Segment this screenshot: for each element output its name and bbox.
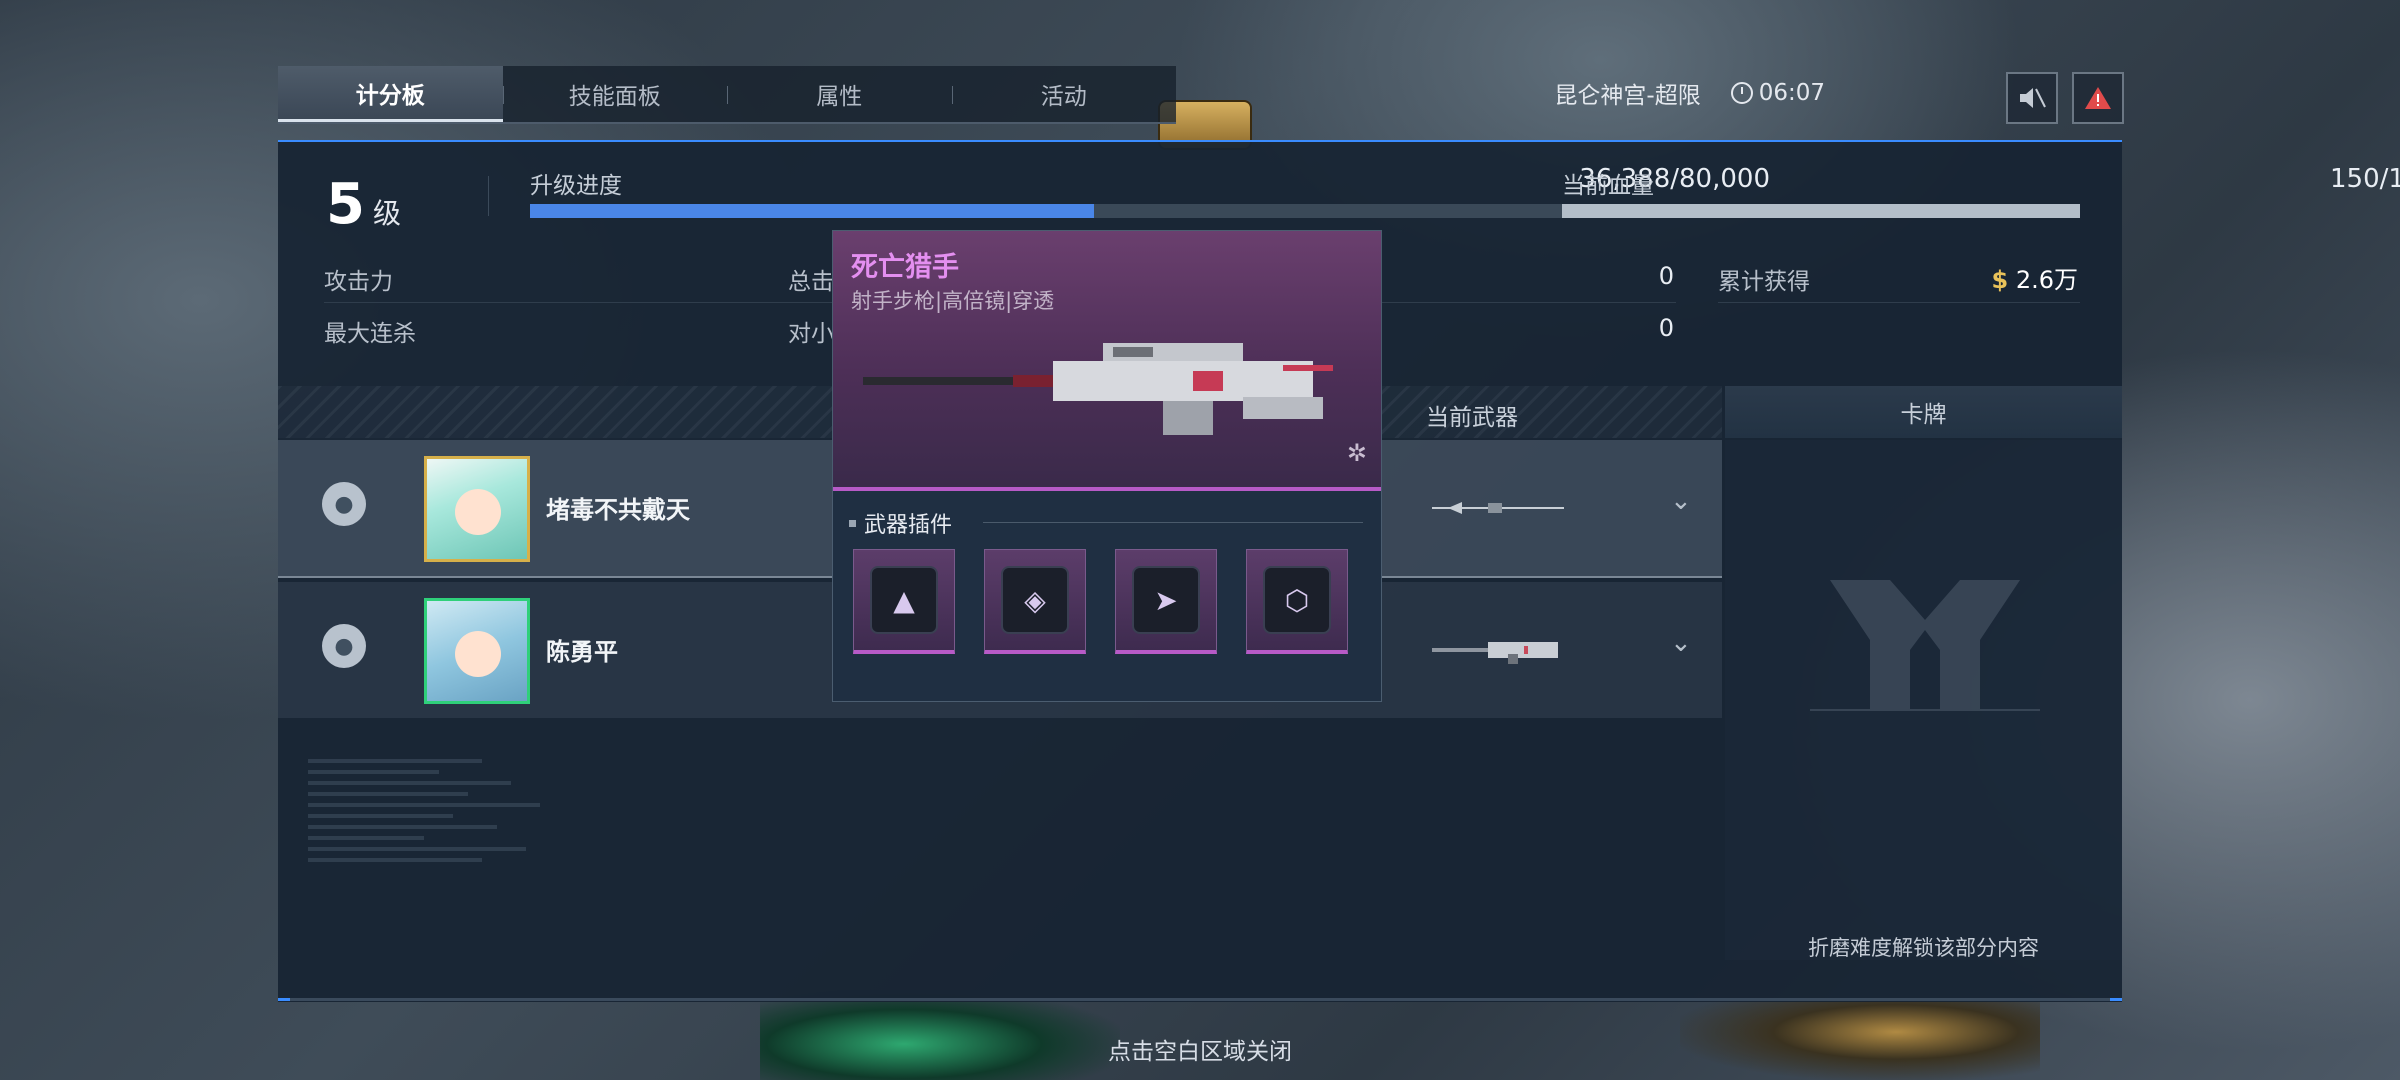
attack-label: 攻击力 xyxy=(324,269,393,295)
plugin-slot[interactable]: ➤ xyxy=(1115,549,1217,654)
stat-value: 0 xyxy=(1658,314,1674,342)
panel-bottom-border xyxy=(278,998,2122,1001)
player-name: 陈勇平 xyxy=(546,638,618,666)
coin-icon: $ xyxy=(1991,266,2009,294)
max-combo-label: 最大连杀 xyxy=(324,321,416,347)
warning-icon[interactable] xyxy=(2072,72,2124,124)
weapon-tags: 射手步枪|高倍镜|穿透 xyxy=(851,289,1055,313)
earned-value: 2.6万 xyxy=(2015,266,2078,294)
close-hint[interactable]: 点击空白区域关闭 xyxy=(0,1032,2400,1066)
card-locked-text: 折磨难度解锁该部分内容 xyxy=(1808,936,2039,960)
level-number: 5 xyxy=(326,172,365,237)
arrow-plugin-icon: ➤ xyxy=(1132,566,1200,634)
hp-bar xyxy=(1562,204,2080,218)
tab-events[interactable]: 活动 xyxy=(951,66,1177,122)
chevron-down-icon[interactable]: ⌄ xyxy=(1670,628,1692,658)
avatar[interactable] xyxy=(424,456,530,562)
level-unit: 级 xyxy=(372,197,401,230)
tab-skill-panel[interactable]: 技能面板 xyxy=(502,66,728,122)
match-timer: 06:07 xyxy=(1730,80,1825,106)
cat-icon: ● xyxy=(322,482,366,526)
xp-progress-fill xyxy=(530,204,1095,218)
sniper-rifle-icon xyxy=(863,343,1333,435)
plugins-title: 武器插件 xyxy=(849,507,952,539)
earned-value-group: $ 2.6万 xyxy=(1918,260,2078,295)
player-name: 堵毒不共戴天 xyxy=(546,496,690,524)
chevron-down-icon[interactable]: ⌄ xyxy=(1670,486,1692,516)
top-tabs: 计分板 技能面板 属性 活动 xyxy=(278,66,1176,124)
shield-plugin-icon: ⬡ xyxy=(1263,566,1331,634)
plugin-slot[interactable]: ▲ xyxy=(853,549,955,654)
earned-label: 累计获得 xyxy=(1718,269,1810,295)
avatar[interactable] xyxy=(424,598,530,704)
rune-plugin-icon: ◈ xyxy=(1001,566,1069,634)
stat-value: 0 xyxy=(1658,262,1674,290)
xp-label: 升级进度 xyxy=(530,173,622,199)
hp-value: 150/150 xyxy=(2329,164,2400,194)
card-emblem-icon xyxy=(1810,580,2040,711)
vs-stat-label: 对小 xyxy=(788,321,834,347)
total-stat-label: 总击 xyxy=(788,269,834,295)
plugin-slots: ▲ ◈ ➤ ⬡ xyxy=(853,549,1348,654)
player-level: 5 级 xyxy=(326,172,401,237)
player-emblem: ● xyxy=(314,474,374,534)
weapon-detail-popup: 死亡猎手 射手步枪|高倍镜|穿透 ✲ 武器插件 ▲ ◈ ➤ ⬡ xyxy=(832,230,1382,702)
tab-attributes[interactable]: 属性 xyxy=(727,66,952,122)
weapon-header: 死亡猎手 射手步枪|高倍镜|穿透 ✲ xyxy=(833,231,1381,491)
spear-icon xyxy=(1432,502,1564,514)
current-weapon-header: 当前武器 xyxy=(1426,405,1518,431)
divider xyxy=(1380,302,1676,303)
player-emblem: ● xyxy=(314,616,374,676)
top-status: 昆仑神宫-超限 06:07 xyxy=(1554,76,1825,110)
divider xyxy=(1718,302,2080,303)
map-name: 昆仑神宫-超限 xyxy=(1554,83,1701,109)
mute-icon[interactable] xyxy=(2006,72,2058,124)
divider xyxy=(488,176,489,216)
clock-icon xyxy=(1730,82,1753,104)
timer-value: 06:07 xyxy=(1758,80,1825,106)
background-decoration xyxy=(308,752,598,982)
scope-plugin-icon: ▲ xyxy=(870,566,938,634)
divider xyxy=(983,522,1363,523)
xp-value: 36,388/80,000 xyxy=(1579,164,1770,194)
weapon-name: 死亡猎手 xyxy=(851,252,959,283)
tab-scoreboard[interactable]: 计分板 xyxy=(278,66,503,122)
hp-label: 当前血量 xyxy=(1562,173,1654,199)
frog-icon: ● xyxy=(322,624,366,668)
hp-bar-fill xyxy=(1562,204,2080,218)
prism-icon: ✲ xyxy=(1346,439,1367,467)
plugin-slot[interactable]: ⬡ xyxy=(1246,549,1348,654)
rifle-icon xyxy=(1432,642,1558,664)
card-locked-area: 折磨难度解锁该部分内容 xyxy=(1725,440,2122,960)
card-header: 卡牌 xyxy=(1725,386,2122,438)
plugin-slot[interactable]: ◈ xyxy=(984,549,1086,654)
plugins-title-text: 武器插件 xyxy=(864,513,953,538)
